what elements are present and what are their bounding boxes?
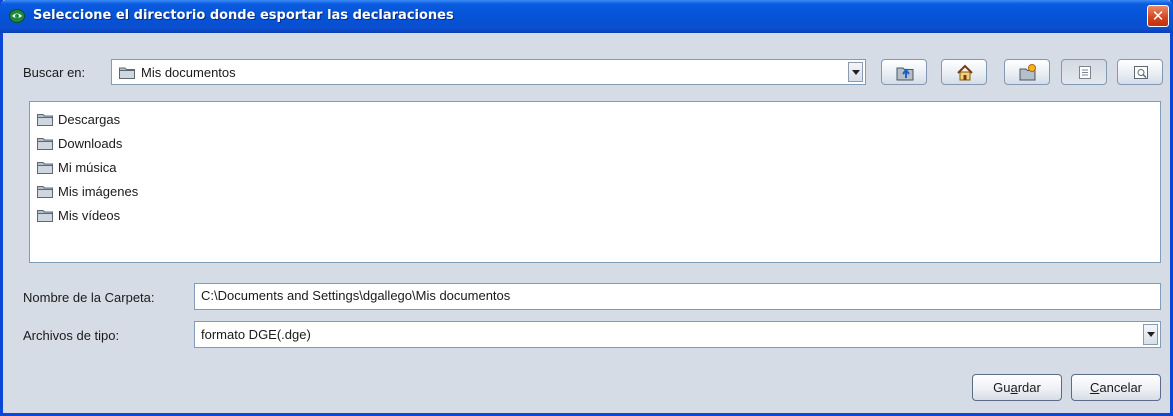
list-view-button[interactable]	[1061, 59, 1107, 85]
save-dialog: Seleccione el directorio donde esportar …	[0, 0, 1173, 416]
details-view-icon	[1134, 66, 1148, 79]
folder-icon	[37, 186, 53, 198]
file-type-label: Archivos de tipo:	[23, 328, 120, 343]
list-view-icon	[1079, 66, 1091, 79]
look-in-dropdown-arrow[interactable]	[848, 62, 863, 82]
close-button[interactable]: ✕	[1147, 5, 1169, 27]
cancel-label-end: ancelar	[1099, 380, 1143, 395]
close-icon: ✕	[1151, 7, 1165, 25]
look-in-value: Mis documentos	[141, 65, 236, 80]
folder-name-field[interactable]: C:\Documents and Settings\dgallego\Mis d…	[194, 283, 1161, 310]
app-icon	[9, 9, 25, 23]
file-type-value: formato DGE(.dge)	[201, 327, 311, 342]
file-list[interactable]: Descargas Downloads Mi música Mis imágen…	[29, 101, 1161, 263]
folder-icon	[37, 138, 53, 150]
list-item-label: Mis vídeos	[58, 208, 121, 223]
file-type-combo[interactable]: formato DGE(.dge)	[194, 321, 1161, 348]
save-mnemonic: a	[1010, 380, 1018, 395]
list-item-label: Mis imágenes	[58, 184, 139, 199]
list-item-label: Downloads	[58, 136, 123, 151]
up-folder-icon	[896, 67, 914, 81]
folder-icon	[37, 162, 53, 174]
save-label-end: rdar	[1017, 380, 1041, 395]
new-folder-icon	[1019, 64, 1036, 81]
save-button[interactable]: Guardar	[972, 374, 1062, 401]
home-icon	[957, 64, 973, 81]
up-folder-button[interactable]	[881, 59, 927, 85]
folder-icon	[37, 210, 53, 222]
list-item-label: Mi música	[58, 160, 117, 175]
folder-icon	[119, 67, 135, 79]
look-in-combo[interactable]: Mis documentos	[111, 59, 866, 85]
new-folder-button[interactable]	[1004, 59, 1050, 85]
details-view-button[interactable]	[1117, 59, 1163, 85]
file-type-dropdown-arrow[interactable]	[1143, 324, 1158, 345]
cancel-button[interactable]: Cancelar	[1071, 374, 1161, 401]
save-label-start: Gu	[993, 380, 1011, 395]
folder-icon	[37, 114, 53, 126]
folder-name-value: C:\Documents and Settings\dgallego\Mis d…	[201, 288, 511, 303]
folder-name-label: Nombre de la Carpeta:	[23, 290, 155, 305]
title-bar[interactable]: Seleccione el directorio donde esportar …	[0, 0, 1173, 33]
look-in-label: Buscar en:	[23, 65, 86, 80]
list-item-label: Descargas	[58, 112, 121, 127]
window-title: Seleccione el directorio donde esportar …	[33, 8, 454, 23]
cancel-mnemonic: C	[1089, 380, 1100, 395]
home-button[interactable]	[941, 59, 987, 85]
